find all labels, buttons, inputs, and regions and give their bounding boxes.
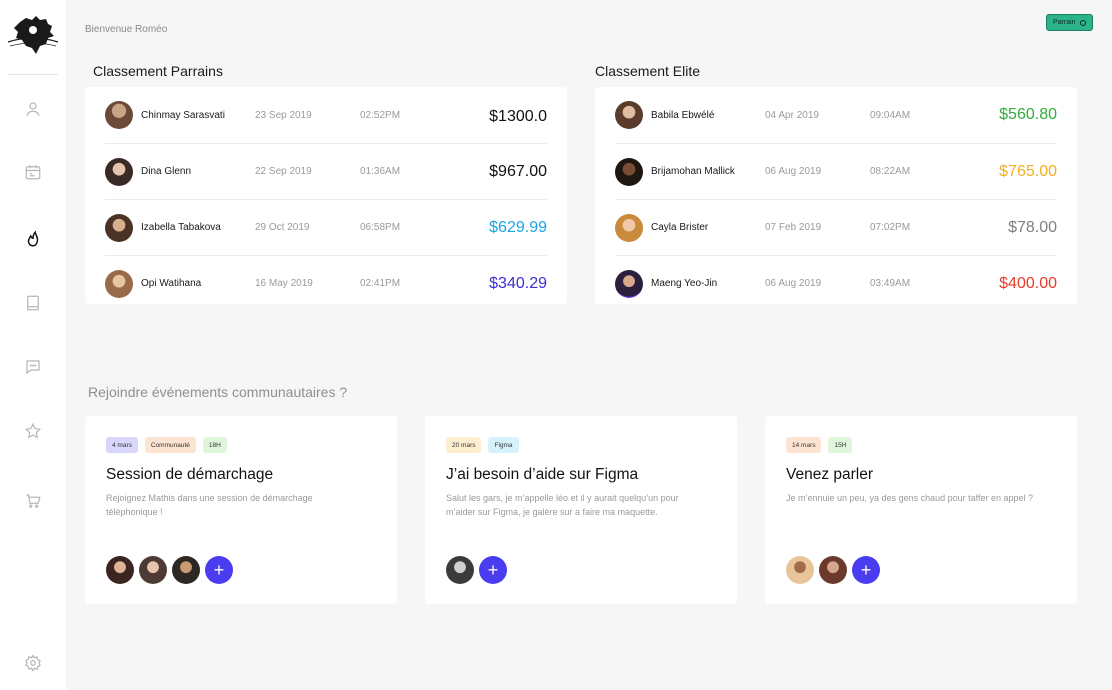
- row-date: 04 Apr 2019: [765, 109, 819, 121]
- parrain-badge[interactable]: Parrain: [1046, 14, 1093, 31]
- row-time: 08:22AM: [870, 166, 911, 177]
- event-tag: Communauté: [144, 437, 196, 453]
- elite-title: Classement Elite: [595, 63, 701, 79]
- event-tags: 14 mars 15H: [786, 437, 853, 453]
- row-time: 06:58PM: [360, 222, 401, 233]
- row-time: 01:36AM: [360, 166, 401, 177]
- table-row[interactable]: Chinmay Sarasvati 23 Sep 2019 02:52PM $1…: [105, 87, 547, 143]
- event-tags: 20 mars Figma: [446, 437, 519, 453]
- row-date: 06 Aug 2019: [765, 278, 822, 289]
- person-name: Opi Watihana: [141, 278, 202, 289]
- person-name: Dina Glenn: [141, 166, 192, 177]
- gear-icon[interactable]: [22, 652, 44, 674]
- person-name: Brijamohan Mallick: [651, 166, 735, 177]
- chat-icon[interactable]: [22, 356, 44, 378]
- event-tag: 15H: [828, 437, 853, 453]
- table-row[interactable]: Dina Glenn 22 Sep 2019 01:36AM $967.00: [105, 143, 547, 199]
- event-card[interactable]: 20 mars Figma J’ai besoin d’aide sur Fig…: [425, 416, 737, 604]
- avatar: [139, 556, 167, 584]
- table-row[interactable]: Cayla Brister 07 Feb 2019 07:02PM $78.00: [615, 199, 1057, 255]
- row-amount: $400.00: [999, 274, 1057, 292]
- avatar: [819, 556, 847, 584]
- events-title: Rejoindre événements communautaires ?: [88, 384, 348, 400]
- event-tag: 18H: [202, 437, 227, 453]
- row-time: 02:52PM: [360, 109, 401, 121]
- event-title: Session de démarchage: [106, 466, 274, 483]
- participants: +: [786, 556, 880, 584]
- logo[interactable]: [6, 12, 60, 58]
- avatar: [786, 556, 814, 584]
- row-amount: $78.00: [1008, 218, 1057, 236]
- participants: +: [106, 556, 233, 584]
- row-amount: $967.00: [489, 162, 547, 180]
- sidebar-divider: [8, 74, 58, 75]
- row-date: 22 Sep 2019: [255, 166, 312, 177]
- avatar: [105, 101, 133, 129]
- person-name: Maeng Yeo-Jin: [651, 278, 718, 289]
- table-row[interactable]: Brijamohan Mallick 06 Aug 2019 08:22AM $…: [615, 143, 1057, 199]
- elite-ranking-card: Babila Ebwélé 04 Apr 2019 09:04AM $560.8…: [595, 87, 1077, 304]
- row-date: 06 Aug 2019: [765, 166, 822, 177]
- event-tag: Figma: [488, 437, 519, 453]
- parrains-title: Classement Parrains: [93, 63, 223, 79]
- add-participant-button[interactable]: +: [479, 556, 507, 584]
- badge-label: Parrain: [1053, 19, 1076, 26]
- event-title: Venez parler: [786, 466, 874, 483]
- row-amount: $765.00: [999, 162, 1057, 180]
- avatar: [446, 556, 474, 584]
- person-name: Babila Ebwélé: [651, 109, 715, 121]
- avatar: [615, 101, 643, 129]
- sidebar: [0, 0, 66, 690]
- avatar: [615, 213, 643, 242]
- avatar: [615, 269, 643, 298]
- event-card[interactable]: 4 mars Communauté 18H Session de démarch…: [85, 416, 397, 604]
- avatar: [172, 556, 200, 584]
- event-tags: 4 mars Communauté 18H: [106, 437, 227, 453]
- add-participant-button[interactable]: +: [852, 556, 880, 584]
- user-icon[interactable]: [22, 98, 44, 120]
- book-icon[interactable]: [22, 292, 44, 314]
- row-time: 09:04AM: [870, 109, 911, 121]
- cart-icon[interactable]: [22, 490, 44, 512]
- event-tag: 20 mars: [446, 437, 482, 453]
- event-title: J’ai besoin d’aide sur Figma: [446, 466, 639, 483]
- calendar-icon[interactable]: [22, 161, 44, 183]
- badge-dot-icon: [1079, 19, 1086, 26]
- row-amount: $560.80: [999, 106, 1057, 123]
- avatar: [615, 157, 643, 186]
- table-row[interactable]: Izabella Tabakova 29 Oct 2019 06:58PM $6…: [105, 199, 547, 255]
- person-name: Chinmay Sarasvati: [141, 109, 225, 121]
- parrains-ranking-card: Chinmay Sarasvati 23 Sep 2019 02:52PM $1…: [85, 87, 567, 304]
- row-date: 07 Feb 2019: [765, 222, 822, 233]
- row-amount: $1300.0: [489, 108, 547, 125]
- row-date: 29 Oct 2019: [255, 222, 310, 233]
- avatar: [105, 269, 133, 298]
- row-time: 07:02PM: [870, 222, 911, 233]
- row-amount: $340.29: [489, 274, 547, 292]
- participants: +: [446, 556, 507, 584]
- person-name: Izabella Tabakova: [141, 222, 221, 233]
- row-time: 02:41PM: [360, 278, 401, 289]
- table-row[interactable]: Opi Watihana 16 May 2019 02:41PM $340.29: [105, 255, 547, 311]
- row-date: 23 Sep 2019: [255, 109, 312, 121]
- event-card[interactable]: 14 mars 15H Venez parler Je m’ennuie un …: [765, 416, 1077, 604]
- event-description: Salut les gars, je m’appelle léo et il y…: [446, 493, 679, 517]
- avatar: [105, 213, 133, 242]
- avatar: [106, 556, 134, 584]
- event-tag: 4 mars: [106, 437, 138, 453]
- person-name: Cayla Brister: [651, 222, 709, 233]
- row-amount: $629.99: [489, 218, 547, 236]
- add-participant-button[interactable]: +: [205, 556, 233, 584]
- table-row[interactable]: Maeng Yeo-Jin 06 Aug 2019 03:49AM $400.0…: [615, 255, 1057, 311]
- row-date: 16 May 2019: [255, 278, 313, 289]
- avatar: [105, 157, 133, 186]
- row-time: 03:49AM: [870, 278, 911, 289]
- event-tag: 14 mars: [786, 437, 822, 453]
- fire-icon[interactable]: [22, 228, 44, 250]
- event-description: Je m’ennuie un peu, ya des gens chaud po…: [786, 493, 1034, 503]
- event-description: Rejoignez Mathis dans une session de dém…: [106, 493, 313, 517]
- star-icon[interactable]: [22, 420, 44, 442]
- table-row[interactable]: Babila Ebwélé 04 Apr 2019 09:04AM $560.8…: [615, 87, 1057, 143]
- welcome-text: Bienvenue Roméo: [85, 24, 168, 35]
